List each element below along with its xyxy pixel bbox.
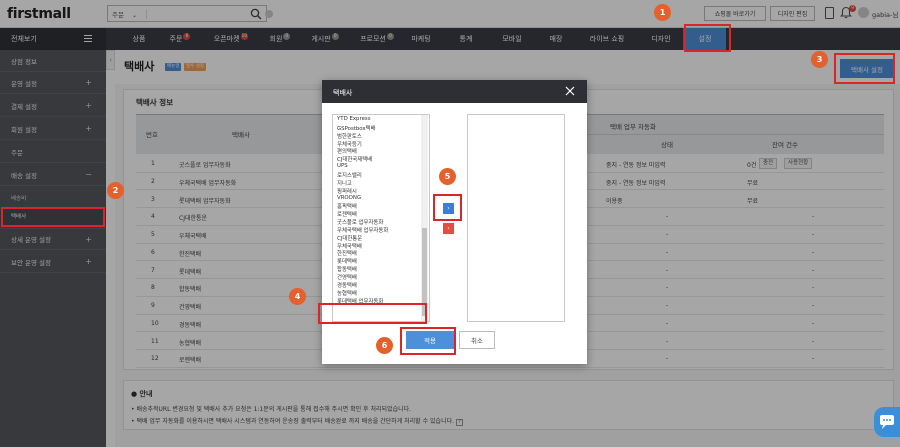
- available-carrier-list[interactable]: YTD Express GSPostbox택배 범한판토스 우체국등기 편의택배 CJ대한…: [332, 114, 430, 322]
- carrier-option[interactable]: 롯데택배: [337, 257, 357, 265]
- carrier-option[interactable]: CJ대한국제택배: [337, 155, 372, 163]
- carrier-option[interactable]: 로젠택배: [337, 210, 357, 218]
- chat-icon: [880, 415, 894, 429]
- carrier-option[interactable]: 경동택배: [337, 281, 357, 289]
- carrier-option[interactable]: 굿스플로 업무자동화: [337, 218, 383, 226]
- carrier-option[interactable]: 핑퍼레시: [337, 187, 357, 195]
- step-badge-1: 1: [654, 4, 671, 21]
- carrier-option[interactable]: 홈픽택배: [337, 202, 357, 210]
- carrier-option[interactable]: 건영택배: [337, 273, 357, 281]
- carrier-option[interactable]: 우체국택배: [337, 242, 362, 250]
- chat-button[interactable]: [874, 407, 900, 437]
- step-badge-4: 4: [289, 288, 306, 305]
- carrier-option[interactable]: 편의택배: [337, 147, 357, 155]
- carrier-option[interactable]: CJ대한통운: [337, 234, 362, 242]
- modal-title: 택배사: [333, 89, 353, 97]
- remove-carrier-button[interactable]: ‹: [443, 223, 454, 234]
- highlight-lotte-option: [318, 303, 427, 324]
- step-badge-5: 5: [439, 168, 456, 185]
- carrier-option[interactable]: 농협택배: [337, 289, 357, 297]
- modal-overlay-top: [0, 0, 900, 50]
- highlight-add-button: [433, 194, 462, 221]
- carrier-option[interactable]: 한진택배: [337, 249, 357, 257]
- cancel-button[interactable]: 취소: [459, 331, 495, 349]
- carrier-option[interactable]: 우체국등기: [337, 140, 362, 148]
- selected-carrier-list[interactable]: [467, 114, 565, 322]
- step-badge-2: 2: [107, 182, 124, 199]
- carrier-option[interactable]: 로지스밸리: [337, 171, 362, 179]
- carrier-option[interactable]: GSPostbox택배: [337, 124, 376, 132]
- highlight-carrier-button: [834, 53, 895, 84]
- modal-header: 택배사: [322, 80, 587, 103]
- carrier-option[interactable]: 우체국택배 업무자동화: [337, 226, 388, 234]
- highlight-apply-button: [400, 327, 456, 355]
- carrier-option[interactable]: VROONG: [337, 195, 361, 201]
- step-badge-3: 3: [811, 51, 828, 68]
- carrier-option[interactable]: 합동택배: [337, 265, 357, 273]
- step-badge-6: 6: [376, 337, 393, 354]
- carrier-option[interactable]: 범한판토스: [337, 132, 362, 140]
- carrier-option[interactable]: UPS: [337, 163, 348, 169]
- carrier-option[interactable]: 지니고: [337, 179, 352, 187]
- carrier-option[interactable]: YTD Express: [337, 116, 371, 122]
- close-icon[interactable]: [564, 85, 576, 97]
- highlight-settings-tab: [684, 24, 731, 52]
- highlight-carrier-sidebar: [1, 207, 105, 227]
